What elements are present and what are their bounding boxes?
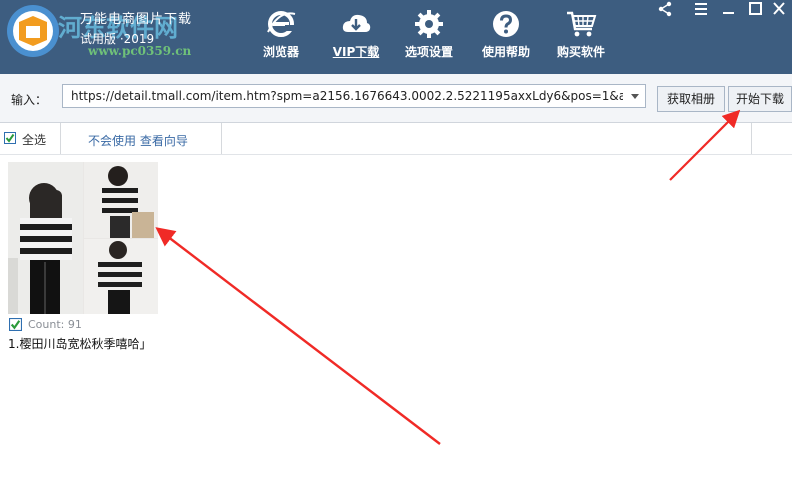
product-thumbnail[interactable] bbox=[8, 162, 158, 314]
options-bar: 全选 不会使用 查看向导 bbox=[0, 123, 792, 155]
nav-buy-label: 购买软件 bbox=[556, 45, 605, 59]
help-icon bbox=[493, 11, 519, 37]
nav-settings-label: 选项设置 bbox=[404, 45, 453, 59]
select-all-label: 全选 bbox=[22, 133, 47, 147]
url-toolbar: 输入： https://detail.tmall.com/item.htm?sp… bbox=[0, 74, 792, 123]
browser-e-icon bbox=[267, 11, 296, 37]
share-icon[interactable] bbox=[652, 0, 678, 18]
options-divider bbox=[60, 123, 61, 154]
chevron-down-icon[interactable] bbox=[627, 85, 643, 107]
select-all-checkbox[interactable] bbox=[4, 132, 16, 144]
nav-settings[interactable]: 选项设置 bbox=[393, 6, 465, 66]
nav-help-label: 使用帮助 bbox=[481, 45, 530, 59]
minimize-icon[interactable] bbox=[715, 0, 741, 18]
title-bar: 河东软件网 万能电商图片下载 试用版 ·2019 www.pc0359.cn 浏… bbox=[0, 0, 792, 74]
image-count: Count: 91 bbox=[28, 318, 82, 331]
nav-vip-download-label: VIP下载 bbox=[332, 45, 380, 59]
options-divider bbox=[751, 123, 752, 154]
options-divider bbox=[221, 123, 222, 154]
close-icon[interactable] bbox=[766, 0, 792, 18]
shopping-cart-icon bbox=[567, 11, 597, 37]
item-checkbox[interactable] bbox=[9, 318, 22, 331]
arrow-to-thumbnail bbox=[155, 227, 441, 445]
item-title: 1.樱田川岛宽松秋季嘻哈」 bbox=[8, 337, 152, 351]
nav-vip-download[interactable]: VIP下载 bbox=[320, 6, 392, 66]
cloud-download-icon bbox=[342, 14, 371, 32]
product-photo-collage bbox=[8, 162, 158, 314]
app-title: 万能电商图片下载 bbox=[80, 12, 193, 27]
menu-icon[interactable] bbox=[688, 0, 714, 18]
input-label: 输入： bbox=[11, 93, 48, 107]
get-album-button[interactable]: 获取相册 bbox=[657, 86, 725, 112]
nav-browser[interactable]: 浏览器 bbox=[245, 6, 317, 66]
nav-browser-label: 浏览器 bbox=[262, 45, 299, 59]
nav-buy[interactable]: 购买软件 bbox=[545, 6, 617, 66]
start-download-button[interactable]: 开始下载 bbox=[728, 86, 792, 112]
url-input-value: https://detail.tmall.com/item.htm?spm=a2… bbox=[71, 89, 623, 103]
nav-help[interactable]: 使用帮助 bbox=[470, 6, 542, 66]
help-guide-link[interactable]: 不会使用 查看向导 bbox=[88, 132, 188, 149]
gear-icon bbox=[415, 10, 443, 38]
maximize-icon[interactable] bbox=[742, 0, 768, 18]
app-logo bbox=[7, 5, 59, 57]
watermark-url: www.pc0359.cn bbox=[88, 44, 192, 58]
url-input[interactable]: https://detail.tmall.com/item.htm?spm=a2… bbox=[62, 84, 646, 108]
